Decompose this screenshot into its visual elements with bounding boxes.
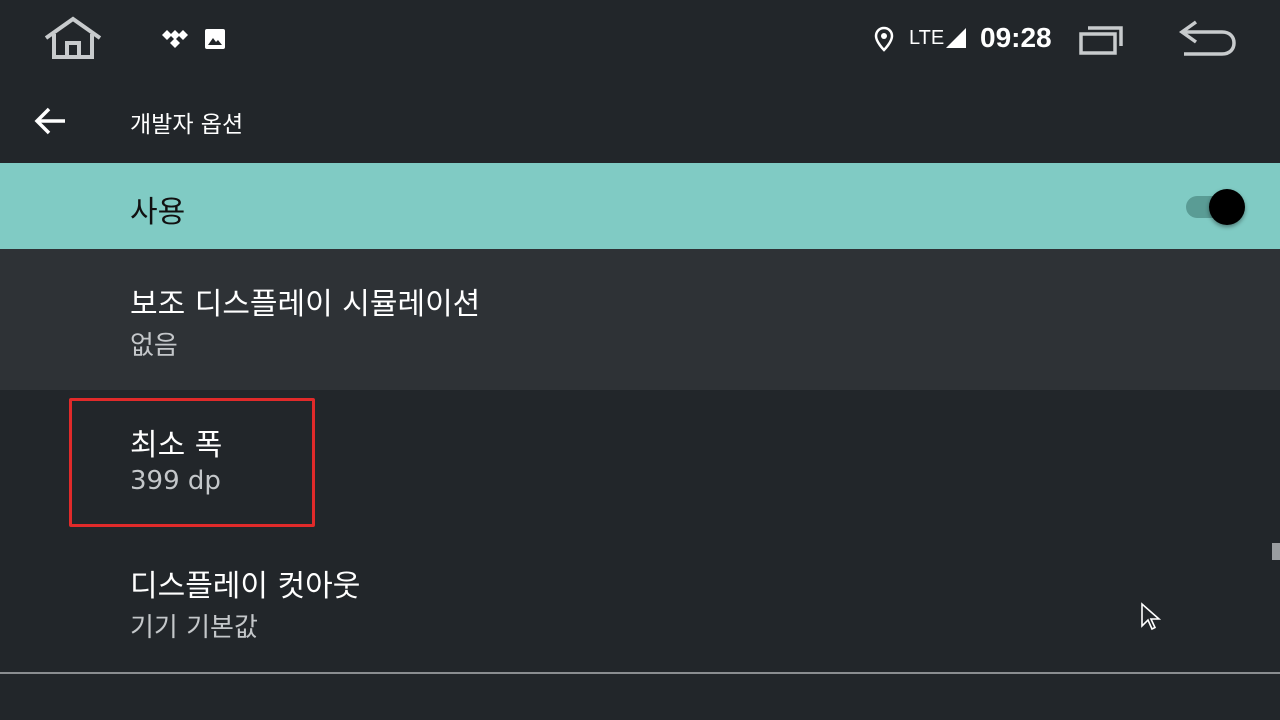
highlight-annotation-box bbox=[69, 398, 315, 527]
tidal-icon bbox=[162, 30, 188, 48]
setting-title: 디스플레이 컷아웃 bbox=[130, 569, 361, 604]
main-switch-bar[interactable]: 사용 bbox=[0, 163, 1280, 249]
recents-icon[interactable] bbox=[1078, 22, 1124, 56]
toggle-thumb[interactable] bbox=[1209, 189, 1245, 225]
main-switch-label: 사용 bbox=[130, 195, 186, 230]
network-type: LTE bbox=[909, 27, 945, 49]
setting-summary: 기기 기본값 bbox=[130, 613, 258, 643]
image-icon bbox=[205, 29, 225, 49]
setting-title: 보조 디스플레이 시뮬레이션 bbox=[130, 287, 481, 322]
status-bar: LTE 09:28 bbox=[0, 0, 1280, 80]
home-icon[interactable] bbox=[42, 16, 104, 60]
clock: 09:28 bbox=[980, 22, 1052, 53]
list-divider bbox=[0, 672, 1280, 674]
back-icon[interactable] bbox=[1178, 18, 1238, 58]
setting-summary: 없음 bbox=[130, 331, 178, 361]
scrollbar[interactable] bbox=[1272, 543, 1280, 560]
location-icon bbox=[874, 26, 894, 52]
page-title: 개발자 옵션 bbox=[130, 112, 244, 138]
setting-display-cutout[interactable]: 디스플레이 컷아웃 기기 기본값 bbox=[0, 531, 1280, 672]
mouse-cursor-icon bbox=[1141, 602, 1162, 631]
setting-secondary-display-simulation[interactable]: 보조 디스플레이 시뮬레이션 없음 bbox=[0, 249, 1280, 390]
arrow-back-icon[interactable] bbox=[34, 104, 68, 138]
app-bar: 개발자 옵션 bbox=[0, 80, 1280, 163]
signal-icon bbox=[946, 28, 966, 48]
